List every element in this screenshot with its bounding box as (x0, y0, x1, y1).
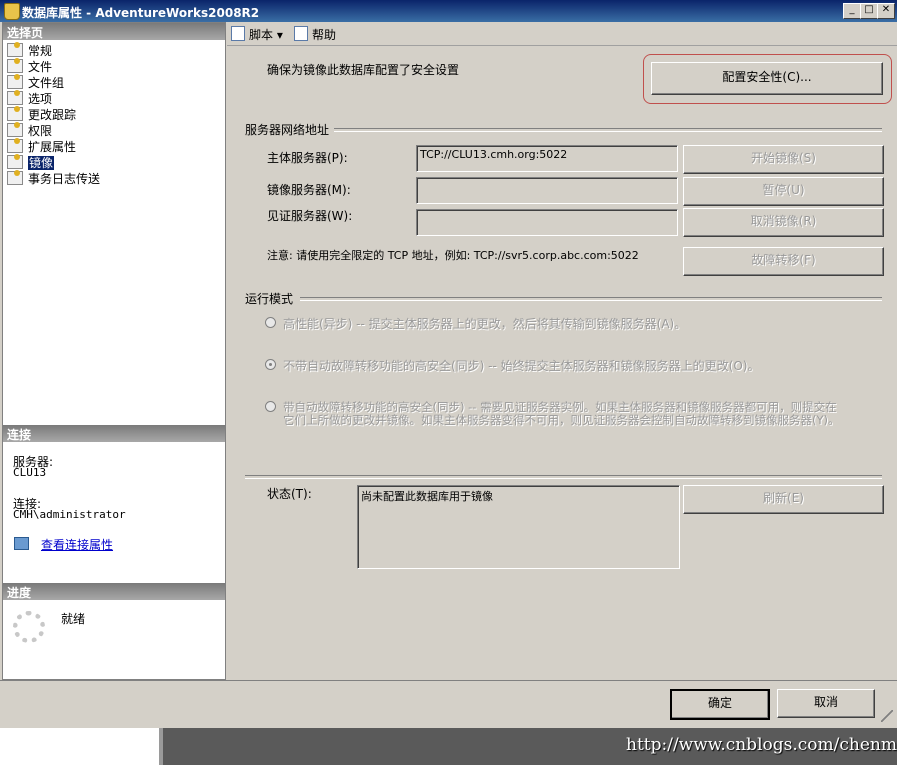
radio-high-safety-no-failover[interactable] (265, 359, 276, 370)
title-bar: 数据库属性 - AdventureWorks2008R2 _ □ ✕ (0, 0, 897, 22)
page-icon (7, 42, 23, 57)
page-icon (7, 58, 23, 73)
background-panel (0, 728, 163, 765)
witness-server-field[interactable] (416, 209, 678, 236)
minimize-button[interactable]: _ (843, 3, 861, 19)
mode-high-performance-label: 高性能(异步) -- 提交主体服务器上的更改，然后将其传输到镜像服务器(A)。 (283, 317, 687, 331)
status-label: 状态(T): (267, 487, 312, 501)
network-group-title: 服务器网络地址 (245, 121, 334, 138)
configure-security-button[interactable]: 配置安全性(C)... (651, 62, 883, 95)
nav-item-filegroups[interactable]: 文件组 (7, 74, 64, 91)
view-connection-properties-link[interactable]: 查看连接属性 (41, 536, 113, 553)
nav-item-extended-properties[interactable]: 扩展属性 (7, 138, 76, 155)
page-icon (7, 122, 23, 137)
nav-item-change-tracking[interactable]: 更改跟踪 (7, 106, 76, 123)
ok-button[interactable]: 确定 (670, 689, 770, 720)
principal-server-field[interactable]: TCP://CLU13.cmh.org:5022 (416, 145, 678, 172)
start-mirroring-button[interactable]: 开始镜像(S) (683, 145, 884, 174)
left-pane: 选择页 常规 文件 文件组 选项 更改跟踪 权限 扩展属性 镜像 事务日志传送 … (2, 22, 226, 680)
progress-status: 就绪 (61, 612, 86, 626)
divider (300, 297, 882, 301)
radio-high-performance[interactable] (265, 317, 276, 328)
radio-high-safety-failover[interactable] (265, 401, 276, 412)
progress-header: 进度 (3, 583, 225, 600)
database-icon (4, 3, 20, 20)
close-button[interactable]: ✕ (877, 3, 895, 19)
footer-divider (0, 680, 897, 681)
connection-header: 连接 (3, 425, 225, 442)
page-icon (7, 138, 23, 153)
remove-mirroring-button[interactable]: 取消镜像(R) (683, 208, 884, 237)
page-icon (7, 90, 23, 105)
nav-item-mirroring[interactable]: 镜像 (7, 154, 55, 171)
mode-high-safety-no-failover-label: 不带自动故障转移功能的高安全(同步) -- 始终提交主体服务器和镜像服务器上的更… (283, 359, 760, 373)
nav-item-permissions[interactable]: 权限 (7, 122, 52, 139)
page-icon (7, 154, 23, 169)
pause-button[interactable]: 暂停(U) (683, 177, 884, 206)
nav-item-files[interactable]: 文件 (7, 58, 52, 75)
server-value: CLU13 (13, 466, 47, 479)
help-icon (294, 26, 308, 41)
mirror-server-field[interactable] (416, 177, 678, 204)
mode-group-title: 运行模式 (245, 290, 298, 307)
divider (334, 128, 882, 132)
page-icon (7, 74, 23, 89)
connection-value: CMH\administrator (13, 508, 126, 521)
watermark: http://www.cnblogs.com/chenmh/ (626, 735, 897, 755)
window-title: 数据库属性 - AdventureWorks2008R2 (22, 6, 260, 20)
divider (245, 475, 882, 479)
status-field: 尚未配置此数据库用于镜像 (357, 485, 680, 569)
principal-label: 主体服务器(P): (267, 151, 348, 165)
mirror-label: 镜像服务器(M): (267, 183, 351, 197)
select-page-header: 选择页 (3, 23, 225, 40)
failover-button[interactable]: 故障转移(F) (683, 247, 884, 276)
refresh-button[interactable]: 刷新(E) (683, 485, 884, 514)
script-button[interactable]: 脚本 ▾ (231, 26, 283, 43)
nav-item-log-shipping[interactable]: 事务日志传送 (7, 170, 100, 187)
cancel-button[interactable]: 取消 (777, 689, 875, 718)
maximize-button[interactable]: □ (860, 3, 878, 19)
nav-item-general[interactable]: 常规 (7, 42, 52, 59)
page-icon (7, 106, 23, 121)
resize-grip-icon[interactable] (881, 710, 893, 722)
script-icon (231, 26, 245, 41)
security-note: 确保为镜像此数据库配置了安全设置 (267, 63, 460, 77)
nav-item-options[interactable]: 选项 (7, 90, 52, 107)
connection-properties-icon (14, 537, 29, 550)
help-button[interactable]: 帮助 (294, 26, 336, 43)
progress-spinner-icon (13, 611, 45, 643)
mode-high-safety-failover-label-2: 它们上所做的更改并镜像。如果主体服务器变得不可用，则见证服务器会控制自动故障转移… (283, 413, 840, 427)
toolbar: 脚本 ▾ 帮助 (227, 22, 897, 46)
page-icon (7, 170, 23, 185)
note-text: 注意: 请使用完全限定的 TCP 地址，例如: TCP://svr5.corp.… (267, 249, 639, 262)
witness-label: 见证服务器(W): (267, 209, 353, 223)
